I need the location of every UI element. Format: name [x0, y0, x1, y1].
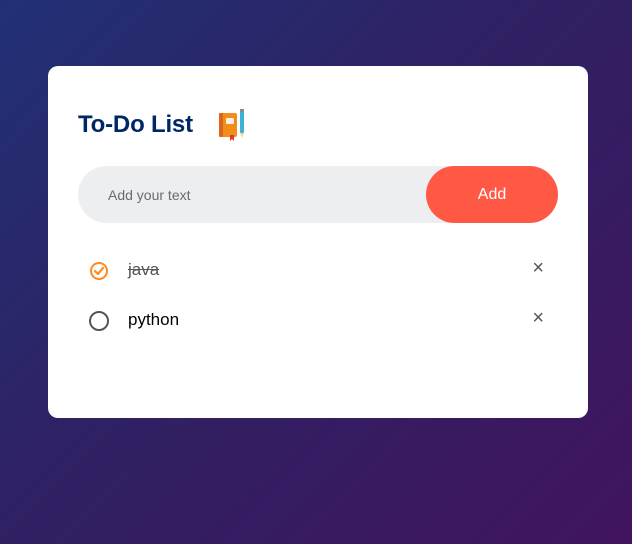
todo-card: To-Do List Add java: [48, 66, 588, 418]
task-text: java: [128, 260, 160, 279]
close-icon[interactable]: ×: [532, 258, 544, 278]
checked-circle-icon[interactable]: [89, 261, 109, 281]
header: To-Do List: [78, 108, 247, 142]
notebook-pencil-icon: [217, 108, 247, 142]
close-icon[interactable]: ×: [532, 308, 544, 328]
task-input[interactable]: [78, 166, 418, 223]
add-task-row: Add: [78, 166, 558, 223]
unchecked-circle-icon[interactable]: [89, 311, 109, 331]
task-list: java × python ×: [78, 246, 558, 346]
add-button[interactable]: Add: [426, 166, 558, 223]
page-title: To-Do List: [78, 111, 193, 138]
list-item[interactable]: python ×: [78, 296, 558, 346]
list-item[interactable]: java ×: [78, 246, 558, 296]
task-text: python: [128, 310, 180, 329]
